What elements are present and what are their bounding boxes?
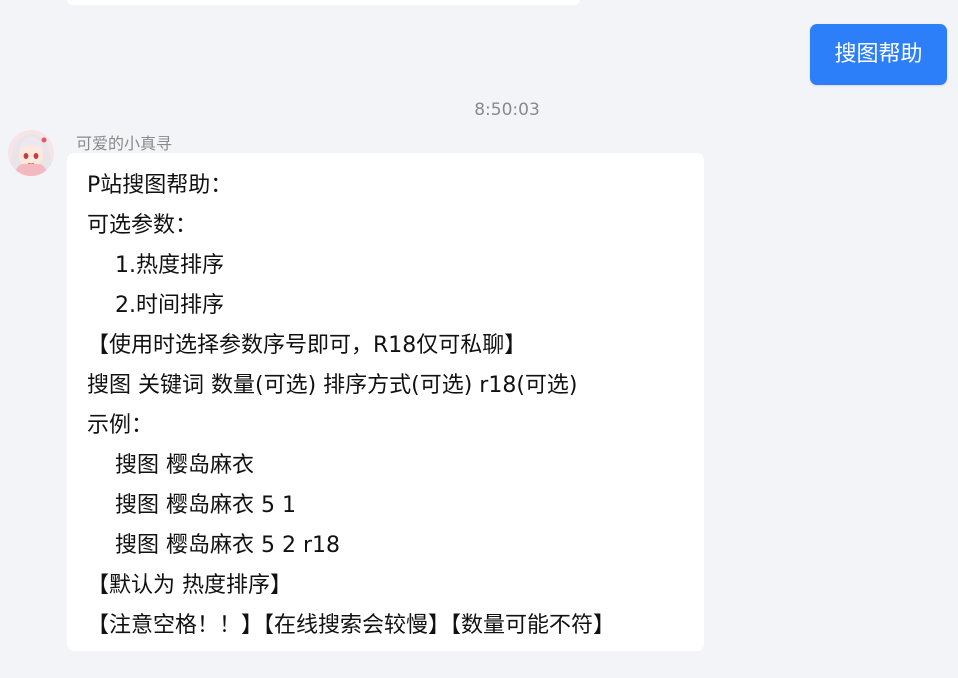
help-line-warnings: 【注意空格！！】【在线搜索会较慢】【数量可能不符】 xyxy=(87,613,616,638)
help-line-example-2: 搜图 樱岛麻衣 5 1 xyxy=(115,493,296,518)
anime-girl-avatar-icon xyxy=(8,130,54,176)
message-timestamp: 8:50:03 xyxy=(474,100,540,120)
received-message-bubble: P站搜图帮助： 可选参数： 1.热度排序 2.时间排序 【使用时选择参数序号即可… xyxy=(67,153,704,651)
sent-message-bubble: 搜图帮助 xyxy=(810,24,947,85)
help-line-examples-heading: 示例： xyxy=(87,413,154,438)
help-line-syntax: 搜图 关键词 数量(可选) 排序方式(可选) r18(可选) xyxy=(87,373,578,398)
help-line-param-2: 2.时间排序 xyxy=(115,293,224,318)
help-line-default-note: 【默认为 热度排序】 xyxy=(87,573,292,598)
help-line-usage-note: 【使用时选择参数序号即可，R18仅可私聊】 xyxy=(87,333,527,358)
help-line-example-1: 搜图 樱岛麻衣 xyxy=(115,453,254,478)
help-line-example-3: 搜图 樱岛麻衣 5 2 r18 xyxy=(115,533,341,558)
help-line-param-1: 1.热度排序 xyxy=(115,253,224,278)
previous-message-bubble xyxy=(67,0,580,5)
sender-name: 可爱的小真寻 xyxy=(76,134,173,153)
help-line-params-heading: 可选参数： xyxy=(87,213,198,238)
help-line-title: P站搜图帮助： xyxy=(87,173,233,198)
avatar[interactable] xyxy=(8,130,54,176)
